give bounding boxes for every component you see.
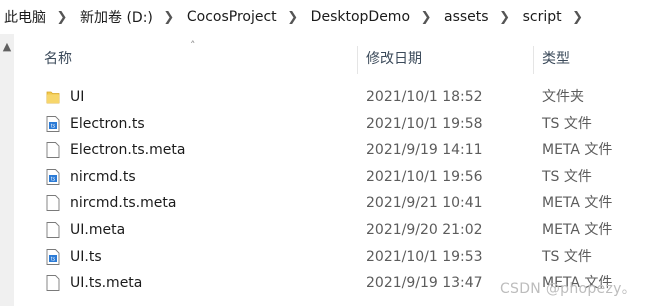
file-type: META 文件 <box>542 142 613 159</box>
svg-text:ts: ts <box>51 256 56 262</box>
column-divider[interactable] <box>357 46 358 74</box>
file-icon <box>46 142 60 159</box>
file-icon <box>46 222 60 238</box>
file-row-ui-meta[interactable]: UI.meta 2021/9/20 21:02 META 文件 <box>14 217 650 244</box>
breadcrumb-item-drive-d[interactable]: 新加卷 (D:) <box>76 7 153 27</box>
column-header-name[interactable]: 名称 <box>44 42 344 76</box>
file-date-modified: 2021/9/19 13:47 <box>366 275 483 292</box>
file-type: META 文件 <box>542 195 613 212</box>
file-name: UI.meta <box>70 221 126 238</box>
file-name: Electron.ts <box>70 115 145 132</box>
file-date-modified: 2021/10/1 19:58 <box>366 115 483 132</box>
file-date-modified: 2021/10/1 19:53 <box>366 248 483 265</box>
file-row-nircmd-ts-meta[interactable]: nircmd.ts.meta 2021/9/21 10:41 META 文件 <box>14 190 650 217</box>
column-divider[interactable] <box>533 46 534 74</box>
column-header-row: ˄ 名称 修改日期 类型 <box>14 40 650 76</box>
scroll-up-arrow-icon[interactable]: ▲ <box>0 40 14 54</box>
file-date-modified: 2021/10/1 19:56 <box>366 168 483 185</box>
navigation-pane-scrollbar[interactable] <box>0 34 14 306</box>
breadcrumb-item-script[interactable]: script <box>519 9 562 25</box>
breadcrumb-item-assets[interactable]: assets <box>440 9 489 25</box>
file-row-electron-ts[interactable]: ts Electron.ts 2021/10/1 19:58 TS 文件 <box>14 111 650 138</box>
file-row-ui-folder[interactable]: UI 2021/10/1 18:52 文件夹 <box>14 84 650 111</box>
ts-file-icon: ts <box>46 168 60 185</box>
file-type: TS 文件 <box>542 168 592 185</box>
file-name: UI.ts <box>70 248 102 265</box>
breadcrumb-item-desktopdemo[interactable]: DesktopDemo <box>307 9 410 25</box>
watermark-text: CSDN @phopezy。 <box>499 281 636 297</box>
address-breadcrumb: 此电脑 ❯ 新加卷 (D:) ❯ CocosProject ❯ DesktopD… <box>0 0 650 34</box>
chevron-right-icon[interactable]: ❯ <box>497 10 513 25</box>
chevron-right-icon[interactable]: ❯ <box>161 10 177 25</box>
file-type: TS 文件 <box>542 248 592 265</box>
file-date-modified: 2021/9/19 14:11 <box>366 142 483 159</box>
breadcrumb-item-cocosproject[interactable]: CocosProject <box>183 9 277 25</box>
file-name: UI <box>70 89 85 105</box>
file-list: UI 2021/10/1 18:52 文件夹 ts Electron.ts 20… <box>14 84 650 297</box>
chevron-right-icon[interactable]: ❯ <box>285 10 301 25</box>
file-date-modified: 2021/9/21 10:41 <box>366 195 483 212</box>
svg-text:ts: ts <box>51 176 56 182</box>
file-icon <box>46 275 60 292</box>
file-row-ui-ts[interactable]: ts UI.ts 2021/10/1 19:53 TS 文件 <box>14 244 650 271</box>
column-header-date-modified[interactable]: 修改日期 <box>366 42 536 76</box>
svg-text:ts: ts <box>51 123 56 129</box>
column-header-type[interactable]: 类型 <box>542 42 650 76</box>
ts-file-icon: ts <box>46 248 60 265</box>
file-name: Electron.ts.meta <box>70 142 186 159</box>
file-name: nircmd.ts <box>70 168 136 185</box>
chevron-right-icon[interactable]: ❯ <box>418 10 434 25</box>
file-type: TS 文件 <box>542 115 592 132</box>
file-icon <box>46 195 60 212</box>
chevron-right-icon[interactable]: ❯ <box>54 10 70 25</box>
file-date-modified: 2021/10/1 18:52 <box>366 89 483 105</box>
ts-file-icon: ts <box>46 115 60 132</box>
folder-icon <box>46 91 60 104</box>
file-name: UI.ts.meta <box>70 275 143 292</box>
breadcrumb-item-this-pc[interactable]: 此电脑 <box>0 7 46 27</box>
file-row-electron-ts-meta[interactable]: Electron.ts.meta 2021/9/19 14:11 META 文件 <box>14 137 650 164</box>
file-date-modified: 2021/9/20 21:02 <box>366 221 483 238</box>
file-name: nircmd.ts.meta <box>70 195 177 212</box>
chevron-right-icon[interactable]: ❯ <box>570 10 586 25</box>
file-type: 文件夹 <box>542 89 584 105</box>
file-row-nircmd-ts[interactable]: ts nircmd.ts 2021/10/1 19:56 TS 文件 <box>14 164 650 191</box>
file-type: META 文件 <box>542 221 613 238</box>
